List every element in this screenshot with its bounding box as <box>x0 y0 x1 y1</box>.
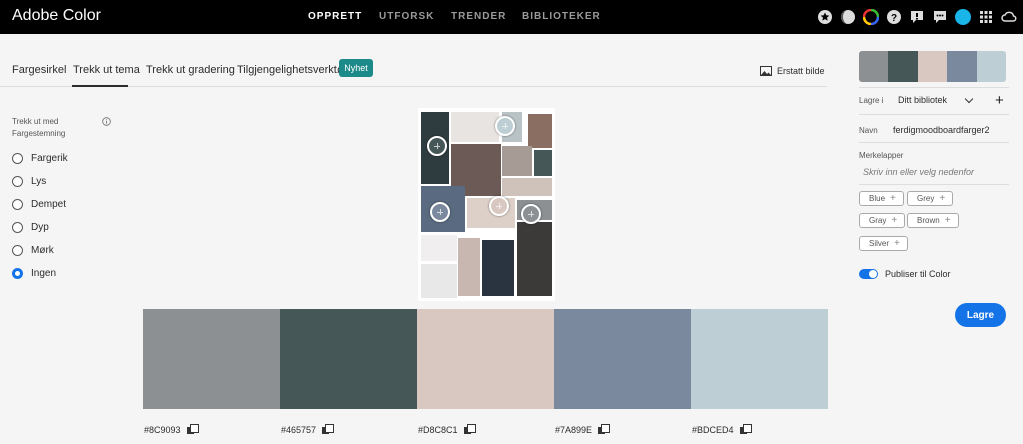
avatar[interactable] <box>955 9 971 25</box>
copy-icon[interactable] <box>739 424 752 435</box>
mood-option-dyp[interactable]: Dyp <box>12 222 49 233</box>
moon-icon[interactable] <box>840 9 856 25</box>
color-picker[interactable] <box>430 202 450 222</box>
image-icon <box>760 66 772 76</box>
active-tab-indicator <box>72 85 128 87</box>
copy-icon[interactable] <box>322 424 335 435</box>
feedback-icon[interactable] <box>909 9 925 25</box>
copy-icon[interactable] <box>598 424 611 435</box>
mood-option-mork[interactable]: Mørk <box>12 245 54 256</box>
color-picker[interactable] <box>427 136 447 156</box>
hex-code: #8C9093 <box>144 424 199 435</box>
color-picker[interactable] <box>489 196 509 216</box>
radio[interactable] <box>12 199 23 210</box>
divider <box>859 87 1009 88</box>
radio[interactable] <box>12 245 23 256</box>
tag-grey[interactable]: Grey + <box>907 191 954 206</box>
svg-text:?: ? <box>891 13 897 24</box>
preview-swatch <box>888 51 918 82</box>
palette-preview <box>859 51 1006 82</box>
chevron-down-icon[interactable] <box>964 94 974 104</box>
hex-row: #8C9093 #465757 #D8C8C1 #7A899E #BDCED4 <box>143 424 828 438</box>
tags-label: Merkelapper <box>859 151 904 160</box>
replace-image-label: Erstatt bilde <box>777 66 825 76</box>
new-badge: Nyhet <box>339 59 373 77</box>
swatch[interactable] <box>554 309 691 409</box>
mood-option-fargerik[interactable]: Fargerik <box>12 153 68 164</box>
radio[interactable] <box>12 222 23 233</box>
tag-silver[interactable]: Silver + <box>859 236 908 251</box>
chat-icon[interactable] <box>932 9 948 25</box>
apps-grid-icon[interactable] <box>978 9 994 25</box>
color-picker[interactable] <box>495 116 515 136</box>
divider <box>859 114 1009 115</box>
name-label: Navn <box>859 126 878 135</box>
tab-trekk-ut-tema[interactable]: Trekk ut tema <box>73 64 140 76</box>
publish-label: Publiser til Color <box>885 269 951 279</box>
nav-trender[interactable]: TRENDER <box>451 11 506 22</box>
tab-tilgjengelighetsverktoy[interactable]: Tilgjengelighetsverktøy <box>237 64 349 76</box>
radio-selected[interactable] <box>12 268 23 279</box>
preview-swatch <box>859 51 889 82</box>
hex-code: #BDCED4 <box>692 424 752 435</box>
info-icon[interactable] <box>102 117 111 126</box>
nav-biblioteker[interactable]: BIBLIOTEKER <box>522 11 601 22</box>
nav-utforsk[interactable]: UTFORSK <box>379 11 434 22</box>
tab-fargesirkel[interactable]: Fargesirkel <box>12 64 66 76</box>
tabs: Fargesirkel Trekk ut tema Trekk ut grade… <box>0 55 827 87</box>
save-in-label: Lagre i <box>859 96 884 105</box>
tag-gray[interactable]: Gray + <box>859 213 906 228</box>
moodboard-image <box>418 108 555 301</box>
name-input[interactable]: ferdigmoodboardfarger2 <box>893 125 990 135</box>
hex-code: #465757 <box>281 424 335 435</box>
hex-code: #7A899E <box>555 424 611 435</box>
mood-option-ingen[interactable]: Ingen <box>12 268 56 279</box>
preview-swatch <box>917 51 948 82</box>
tag-brown[interactable]: Brown + <box>907 213 959 228</box>
add-library-icon[interactable]: + <box>995 92 1004 109</box>
color-picker[interactable] <box>521 204 541 224</box>
mood-title: Trekk ut med Fargestemning <box>12 117 66 138</box>
preview-swatch <box>976 51 1006 82</box>
top-icons: ? <box>817 8 1017 26</box>
replace-image-button[interactable]: Erstatt bilde <box>760 66 825 76</box>
publish-toggle[interactable] <box>859 269 878 279</box>
tab-trekk-ut-gradering[interactable]: Trekk ut gradering <box>146 64 235 76</box>
star-icon[interactable] <box>817 9 833 25</box>
tags-input[interactable]: Skriv inn eller velg nedenfor <box>863 167 974 177</box>
creative-cloud-icon[interactable] <box>1001 9 1017 25</box>
mood-option-dempet[interactable]: Dempet <box>12 199 66 210</box>
preview-swatch <box>947 51 977 82</box>
nav-opprett[interactable]: OPPRETT <box>308 11 362 22</box>
hex-code: #D8C8C1 <box>418 424 476 435</box>
swatch[interactable] <box>280 309 417 409</box>
radio[interactable] <box>12 153 23 164</box>
save-panel: Lagre i Ditt bibliotek + Navn ferdigmood… <box>845 34 1023 444</box>
swatch-strip <box>143 309 828 409</box>
library-select[interactable]: Ditt bibliotek <box>898 95 947 105</box>
mood-option-lys[interactable]: Lys <box>12 176 46 187</box>
radio[interactable] <box>12 176 23 187</box>
top-bar: Adobe Color OPPRETT UTFORSK TRENDER BIBL… <box>0 0 1023 34</box>
swatch[interactable] <box>691 309 828 409</box>
app-title[interactable]: Adobe Color <box>12 7 101 25</box>
swatch[interactable] <box>417 309 554 409</box>
color-wheel-icon[interactable] <box>863 9 879 25</box>
tag-blue[interactable]: Blue + <box>859 191 904 206</box>
copy-icon[interactable] <box>186 424 199 435</box>
help-icon[interactable]: ? <box>886 9 902 25</box>
divider <box>859 184 1009 185</box>
swatch[interactable] <box>143 309 280 409</box>
save-button[interactable]: Lagre <box>955 303 1006 327</box>
divider <box>859 142 1009 143</box>
copy-icon[interactable] <box>463 424 476 435</box>
